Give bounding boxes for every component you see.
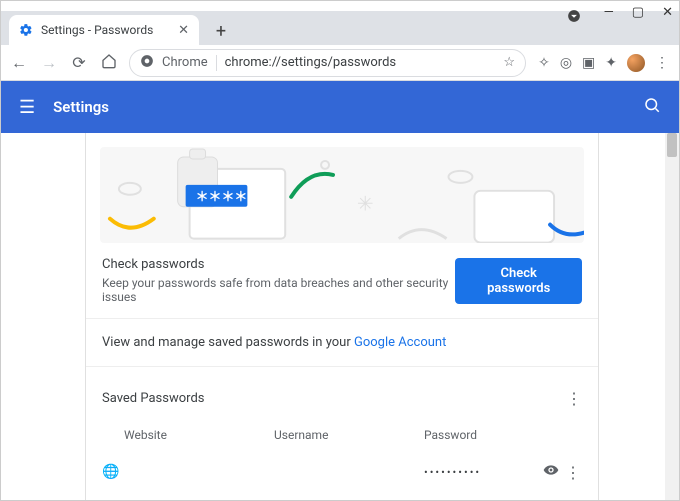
close-icon[interactable]: ✕ [178, 23, 189, 38]
settings-header: ☰ Settings [1, 81, 679, 133]
address-bar[interactable]: Chrome chrome://settings/passwords ☆ [129, 49, 526, 77]
google-account-row: View and manage saved passwords in your … [86, 319, 598, 367]
check-passwords-button[interactable]: Check passwords [455, 258, 582, 304]
kebab-menu-icon[interactable]: ⋮ [655, 55, 669, 71]
svg-text:＊＊＊＊|: ＊＊＊＊| [196, 190, 251, 205]
extension-icon[interactable]: ◎ [560, 55, 572, 71]
scrollbar-thumb[interactable] [667, 133, 677, 157]
check-passwords-title: Check passwords [102, 257, 455, 272]
passwords-card: ＊＊＊＊| ✳ Check passwords Keep your passwo… [85, 133, 599, 500]
show-password-icon[interactable] [538, 462, 564, 482]
check-passwords-row: Check passwords Keep your passwords safe… [86, 243, 598, 319]
back-button[interactable]: ← [9, 53, 29, 73]
table-row: 🌐 ••••••••• ⋮ [102, 492, 582, 500]
account-prefix: View and manage saved passwords in your [102, 335, 354, 350]
extensions-puzzle-icon[interactable]: ✦ [605, 55, 617, 71]
window-controls: — ▢ ✕ [604, 5, 673, 20]
globe-icon: 🌐 [102, 464, 124, 480]
tab-title: Settings - Passwords [41, 23, 170, 37]
profile-avatar[interactable] [627, 54, 645, 72]
passwords-table: Website Username Password 🌐 •••••••••• ⋮… [86, 418, 598, 500]
address-url: chrome://settings/passwords [225, 55, 397, 70]
col-username: Username [274, 428, 424, 442]
close-window-button[interactable]: ✕ [662, 5, 673, 20]
extension-icon[interactable]: ✧ [538, 55, 550, 71]
cell-password: •••••••••• [424, 466, 538, 479]
table-row: 🌐 •••••••••• ⋮ [102, 452, 582, 492]
maximize-button[interactable]: ▢ [632, 5, 644, 20]
col-website: Website [124, 428, 274, 442]
address-site-label: Chrome [162, 55, 208, 70]
hamburger-menu-icon[interactable]: ☰ [19, 97, 35, 118]
minimize-button[interactable]: — [604, 5, 614, 20]
account-indicator-icon [567, 9, 581, 27]
gear-icon [19, 23, 33, 37]
forward-button[interactable]: → [39, 53, 59, 73]
chrome-icon [140, 54, 154, 72]
scrollbar[interactable] [665, 133, 679, 500]
svg-text:✳: ✳ [357, 193, 374, 216]
kebab-menu-icon[interactable]: ⋮ [566, 389, 582, 408]
new-tab-button[interactable]: + [207, 17, 235, 45]
extension-icons: ✧ ◎ ▣ ✦ ⋮ [536, 54, 671, 72]
home-button[interactable] [99, 53, 119, 73]
col-password: Password [424, 428, 582, 442]
kebab-menu-icon[interactable]: ⋮ [564, 463, 582, 482]
browser-tab[interactable]: Settings - Passwords ✕ [9, 15, 199, 45]
browser-toolbar: ← → ⟳ Chrome chrome://settings/passwords… [1, 45, 679, 81]
bookmark-star-icon[interactable]: ☆ [503, 55, 515, 70]
page-title: Settings [53, 98, 109, 116]
reload-button[interactable]: ⟳ [69, 53, 89, 72]
saved-passwords-title: Saved Passwords [102, 391, 205, 406]
check-passwords-subtitle: Keep your passwords safe from data breac… [102, 276, 455, 304]
search-icon[interactable] [643, 96, 661, 118]
extension-icon[interactable]: ▣ [582, 55, 595, 71]
hero-illustration: ＊＊＊＊| ✳ [100, 147, 584, 243]
google-account-link[interactable]: Google Account [354, 335, 446, 350]
